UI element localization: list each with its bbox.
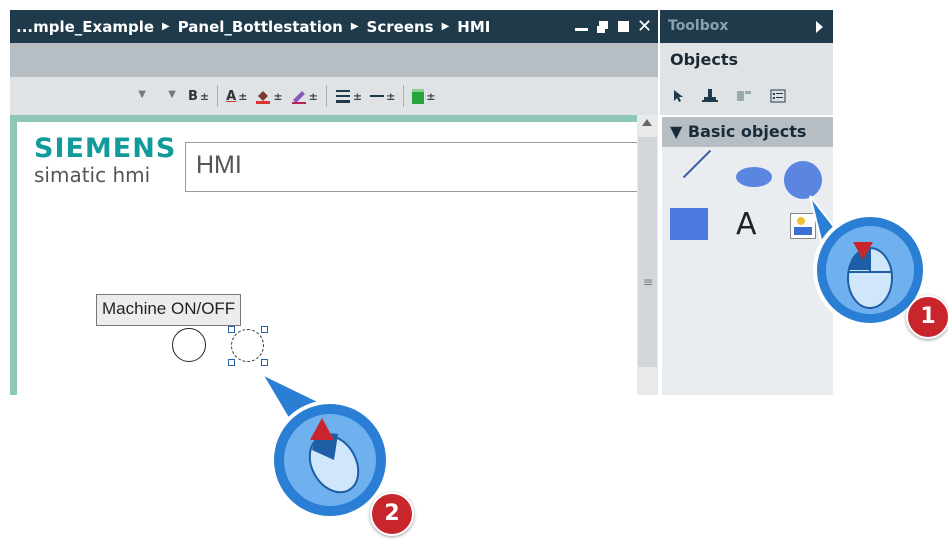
scroll-grip-icon: ≡ [643,275,654,289]
expand-icon: ± [199,89,210,103]
maximize-icon[interactable] [616,19,631,34]
resize-handle[interactable] [261,326,268,333]
breadcrumb-item-screens[interactable]: Screens [367,18,434,36]
ellipse-tool[interactable] [736,167,772,187]
toolbox-title[interactable]: Toolbox [660,10,833,43]
list-view-icon[interactable] [770,89,786,103]
breadcrumb-item-hmi[interactable]: HMI [457,18,490,36]
toolbar-divider [325,85,327,107]
basic-objects-label: Basic objects [687,122,807,141]
format-toolbar: ▼ ▼ B ± A ± ± ± ± ± ± [10,77,658,115]
step-2-callout: 2 [259,371,420,542]
toolbar-divider [403,85,405,107]
basic-objects-section[interactable]: ▼ Basic objects [662,117,833,147]
logo-brand: SIEMENS [34,133,177,164]
logo-subtitle: simatic hmi [34,163,151,187]
font-size-select[interactable]: ▼ [150,85,180,107]
bold-icon: B [188,88,198,104]
breadcrumb-item-panel[interactable]: Panel_Bottlestation [178,18,343,36]
line-tool[interactable] [682,149,712,179]
dropdown-arrow-icon: ▼ [168,89,176,100]
float-icon[interactable] [595,19,610,34]
rectangle-tool[interactable] [670,208,708,240]
chevron-right-icon: ▶ [350,21,359,32]
expand-triangle-icon: ▼ [670,122,688,141]
expand-icon: ± [238,89,248,103]
editor-titlebar: ...mple_Example ▶ Panel_Bottlestation ▶ … [10,10,658,43]
step-1-callout: 1 [800,190,948,344]
new-circle-selected[interactable] [231,329,264,362]
chevron-right-icon: ▶ [162,21,170,32]
font-family-select[interactable]: ▼ [10,85,150,107]
pen-icon [291,91,306,104]
status-circle[interactable] [172,328,206,362]
expand-icon: ± [352,89,363,103]
breadcrumb-item-project[interactable]: ...mple_Example [16,18,154,36]
breadcrumb: ...mple_Example ▶ Panel_Bottlestation ▶ … [10,18,490,36]
expand-icon: ± [426,89,436,103]
expand-icon: ± [273,89,283,103]
step-2-badge: 2 [370,492,414,536]
line-style-icon [370,95,385,97]
expand-icon: ± [386,89,396,103]
text-field-tool[interactable]: A [736,207,757,242]
close-icon[interactable]: ✕ [637,18,652,36]
stamp-icon[interactable] [702,89,718,103]
step-1-badge: 1 [906,295,948,339]
expand-icon: ± [308,89,318,103]
toolbox-toolbar [660,77,833,115]
text-color-icon: A [226,88,237,104]
fill-color-button[interactable]: ± [255,88,283,104]
line-style-button[interactable]: ± [370,89,395,103]
chevron-right-icon: ▶ [441,21,450,32]
pointer-icon[interactable] [672,89,684,103]
scrollbar-thumb[interactable] [638,137,657,367]
toolbar-divider [217,85,219,107]
paint-bucket-icon [256,91,271,104]
window-controls: ✕ [574,18,658,36]
resize-handle[interactable] [228,359,235,366]
scroll-up-icon[interactable] [642,119,652,126]
screen-title-field[interactable]: HMI [185,142,645,192]
fill-pattern-button[interactable]: ± [412,88,436,104]
fill-pattern-icon [412,88,425,104]
collapse-arrow-icon[interactable] [816,21,823,33]
text-color-button[interactable]: A ± [226,89,247,104]
objects-header: Objects [660,43,833,77]
resize-handle[interactable] [261,359,268,366]
canvas-scrollbar[interactable]: ≡ [637,115,658,395]
dropdown-arrow-icon: ▼ [138,89,146,100]
line-width-icon [335,90,350,103]
siemens-logo: SIEMENS simatic hmi [34,133,177,187]
line-color-button[interactable]: ± [291,88,318,104]
resize-handle[interactable] [228,326,235,333]
minimize-icon[interactable] [574,19,589,34]
machine-on-off-button[interactable]: Machine ON/OFF [96,294,242,326]
editor-header-strip [10,43,658,77]
screen-canvas[interactable]: SIEMENS simatic hmi HMI Machine ON/OFF [10,115,645,395]
toolbox-title-label: Toolbox [668,18,729,34]
bold-button[interactable]: B ± [188,89,209,104]
line-width-button[interactable]: ± [335,89,362,103]
object-properties-icon[interactable] [736,89,752,103]
